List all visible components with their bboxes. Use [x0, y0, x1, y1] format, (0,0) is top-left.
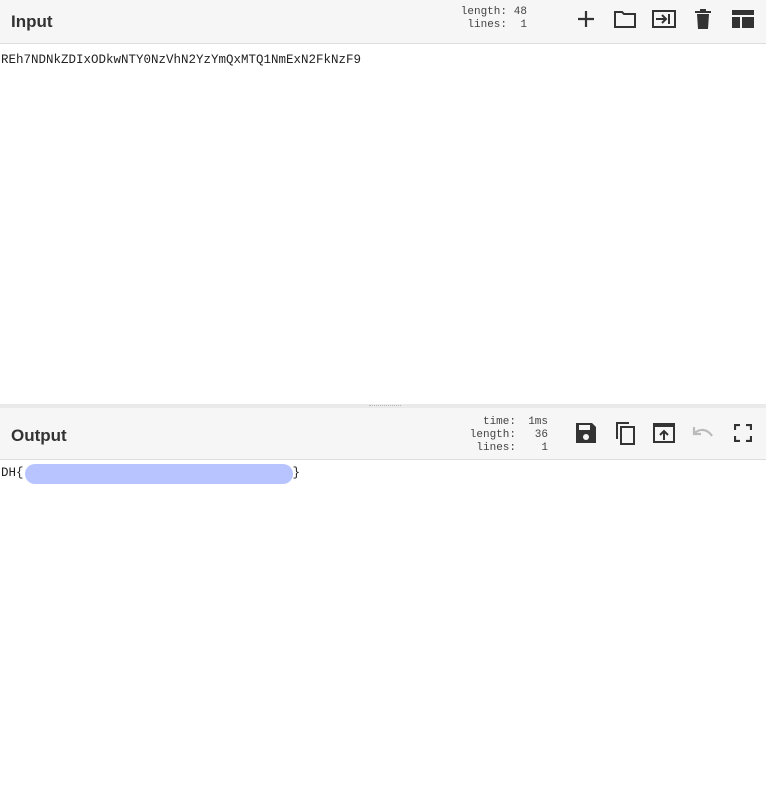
output-title: Output	[11, 426, 67, 445]
input-stats: length: 48 lines: 1	[461, 6, 527, 32]
copy-output-button[interactable]	[611, 419, 639, 447]
input-length-label: length:	[460, 6, 507, 18]
copy-icon	[616, 422, 635, 445]
redaction-mark	[25, 464, 293, 484]
output-text-prefix: DH{	[1, 466, 24, 480]
replace-input-button[interactable]	[650, 419, 678, 447]
input-title: Input	[11, 12, 53, 31]
save-icon	[576, 423, 596, 443]
output-stats: time: 1ms length: 36 lines: 1	[470, 416, 548, 455]
add-input-button[interactable]	[572, 5, 600, 33]
output-length-value: 36	[534, 429, 548, 441]
undo-button[interactable]	[689, 419, 717, 447]
output-text-suffix: }	[292, 466, 301, 480]
output-lines-label: lines:	[476, 442, 516, 454]
layout-icon	[732, 10, 754, 28]
input-panel: Input length: 48 lines: 1 REh7NDNkZDIxOD…	[0, 0, 766, 404]
load-file-icon	[652, 10, 676, 28]
delete-icon	[695, 9, 711, 29]
undo-icon	[692, 427, 713, 437]
open-folder-icon	[614, 11, 636, 28]
output-time-value: 1ms	[528, 416, 548, 428]
input-header: Input length: 48 lines: 1	[0, 0, 766, 44]
open-folder-button[interactable]	[611, 5, 639, 33]
open-file-button[interactable]	[650, 5, 678, 33]
input-length-value: 48	[513, 6, 527, 18]
replace-input-icon	[653, 423, 675, 443]
clear-input-button[interactable]	[689, 5, 717, 33]
save-output-button[interactable]	[572, 419, 600, 447]
add-icon	[578, 11, 594, 27]
input-text-area[interactable]: REh7NDNkZDIxODkwNTY0NzVhN2YzYmQxMTQ1NmEx…	[1, 53, 766, 67]
input-lines-value: 1	[520, 19, 527, 31]
fullscreen-icon	[734, 424, 752, 442]
output-header: Output time: 1ms length: 36 lines: 1	[0, 408, 766, 460]
output-length-label: length:	[469, 429, 516, 441]
output-lines-value: 1	[541, 442, 548, 454]
input-lines-label: lines:	[467, 19, 507, 31]
maximise-output-button[interactable]	[729, 419, 757, 447]
reset-layout-button[interactable]	[729, 5, 757, 33]
output-time-label: time:	[482, 416, 516, 428]
